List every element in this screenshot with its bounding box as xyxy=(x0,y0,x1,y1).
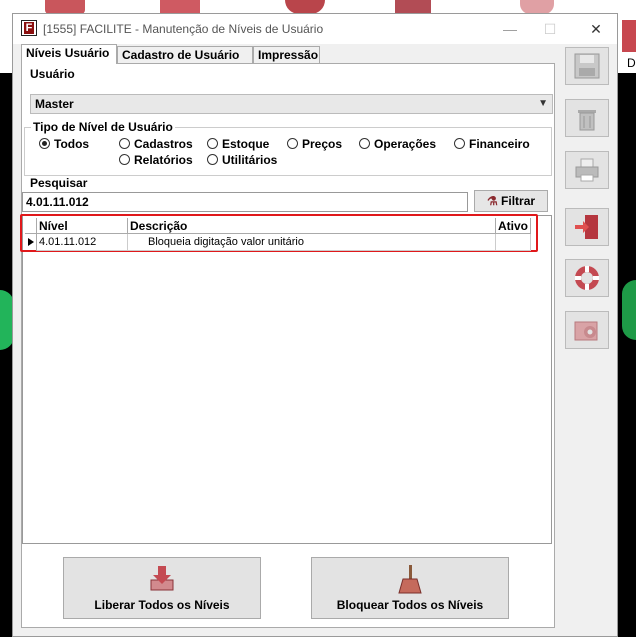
radio-operacoes[interactable]: Operações xyxy=(359,137,436,151)
usuario-label: Usuário xyxy=(30,67,75,81)
print-button[interactable] xyxy=(565,151,609,189)
desktop-shortcut-icon[interactable] xyxy=(520,0,554,14)
app-icon: F xyxy=(21,20,37,36)
liberar-todos-button[interactable]: Liberar Todos os Níveis xyxy=(63,557,261,619)
save-icon xyxy=(574,53,600,79)
radio-todos[interactable]: Todos xyxy=(39,137,89,151)
usuario-select[interactable]: Master ▼ xyxy=(30,94,553,114)
close-button[interactable]: ✕ xyxy=(585,18,607,40)
radio-dot-icon xyxy=(287,138,298,149)
tipo-nivel-group: Tipo de Nível de Usuário Todos Cadastros… xyxy=(24,120,552,176)
maximize-button[interactable]: ☐ xyxy=(539,18,561,40)
minimize-button[interactable]: — xyxy=(499,18,521,40)
desktop-decoration xyxy=(622,280,636,340)
filter-icon: ⚗ xyxy=(486,194,498,208)
delete-button[interactable] xyxy=(565,99,609,137)
desktop-shortcut-icon[interactable] xyxy=(45,0,85,14)
grid-indicator-header xyxy=(25,218,37,234)
trash-icon xyxy=(578,110,596,131)
radio-dot-icon xyxy=(359,138,370,149)
exit-door-icon xyxy=(575,215,598,239)
save-button[interactable] xyxy=(565,47,609,85)
radio-dot-icon xyxy=(454,138,465,149)
radio-estoque[interactable]: Estoque xyxy=(207,137,269,151)
lifebuoy-icon xyxy=(575,266,599,290)
search-input[interactable]: 4.01.11.012 xyxy=(22,192,468,212)
usuario-selected-value: Master xyxy=(35,97,74,111)
title-bar[interactable]: F [1555] FACILITE - Manutenção de Níveis… xyxy=(13,14,617,44)
help-button[interactable] xyxy=(565,259,609,297)
desktop-shortcut-icon[interactable] xyxy=(395,0,431,14)
settings-icon xyxy=(574,321,598,341)
exit-button[interactable] xyxy=(565,208,609,246)
radio-dot-icon xyxy=(119,138,130,149)
radio-dot-icon xyxy=(39,138,50,149)
desktop-label: D xyxy=(627,56,636,70)
radio-utilitarios[interactable]: Utilitários xyxy=(207,153,277,167)
cell-ativo[interactable] xyxy=(496,234,531,251)
column-header-ativo[interactable]: Ativo xyxy=(496,218,531,234)
row-pointer-icon xyxy=(25,234,37,251)
tab-niveis-usuario[interactable]: Níveis Usuário xyxy=(21,44,117,64)
radio-dot-icon xyxy=(207,154,218,165)
column-header-descricao[interactable]: Descrição xyxy=(128,218,496,234)
radio-dot-icon xyxy=(207,138,218,149)
bloquear-todos-button[interactable]: Bloquear Todos os Níveis xyxy=(311,557,509,619)
cell-descricao[interactable]: Bloqueia digitação valor unitário xyxy=(128,234,496,251)
radio-precos[interactable]: Preços xyxy=(287,137,342,151)
main-window: F [1555] FACILITE - Manutenção de Níveis… xyxy=(12,13,618,637)
desktop-shortcut-icon[interactable] xyxy=(622,20,636,52)
download-tray-icon xyxy=(150,566,174,591)
liberar-todos-label: Liberar Todos os Níveis xyxy=(94,598,230,612)
column-header-nivel[interactable]: Nível xyxy=(37,218,128,234)
printer-icon xyxy=(575,158,599,182)
tab-cadastro-usuario[interactable]: Cadastro de Usuário xyxy=(117,46,253,63)
chevron-down-icon[interactable]: ▼ xyxy=(538,95,548,113)
radio-financeiro[interactable]: Financeiro xyxy=(454,137,530,151)
radio-dot-icon xyxy=(119,154,130,165)
bloquear-todos-label: Bloquear Todos os Níveis xyxy=(336,598,484,612)
niveis-grid[interactable]: Nível Descrição Ativo 4.01.11.012 Bloque… xyxy=(20,214,552,544)
niveis-usuario-panel: Usuário Master ▼ Tipo de Nível de Usuári… xyxy=(20,63,555,628)
filter-button[interactable]: ⚗ Filtrar xyxy=(474,190,548,212)
settings-button[interactable] xyxy=(565,311,609,349)
radio-cadastros[interactable]: Cadastros xyxy=(119,137,193,151)
tab-impressao[interactable]: Impressão xyxy=(253,46,320,63)
window-title: [1555] FACILITE - Manutenção de Níveis d… xyxy=(43,22,324,36)
radio-relatorios[interactable]: Relatórios xyxy=(119,153,193,167)
desktop-shortcut-icon[interactable] xyxy=(160,0,200,14)
broom-icon xyxy=(398,565,422,594)
cell-nivel[interactable]: 4.01.11.012 xyxy=(37,234,128,251)
pesquisar-label: Pesquisar xyxy=(30,176,88,190)
tipo-nivel-label: Tipo de Nível de Usuário xyxy=(31,120,175,134)
